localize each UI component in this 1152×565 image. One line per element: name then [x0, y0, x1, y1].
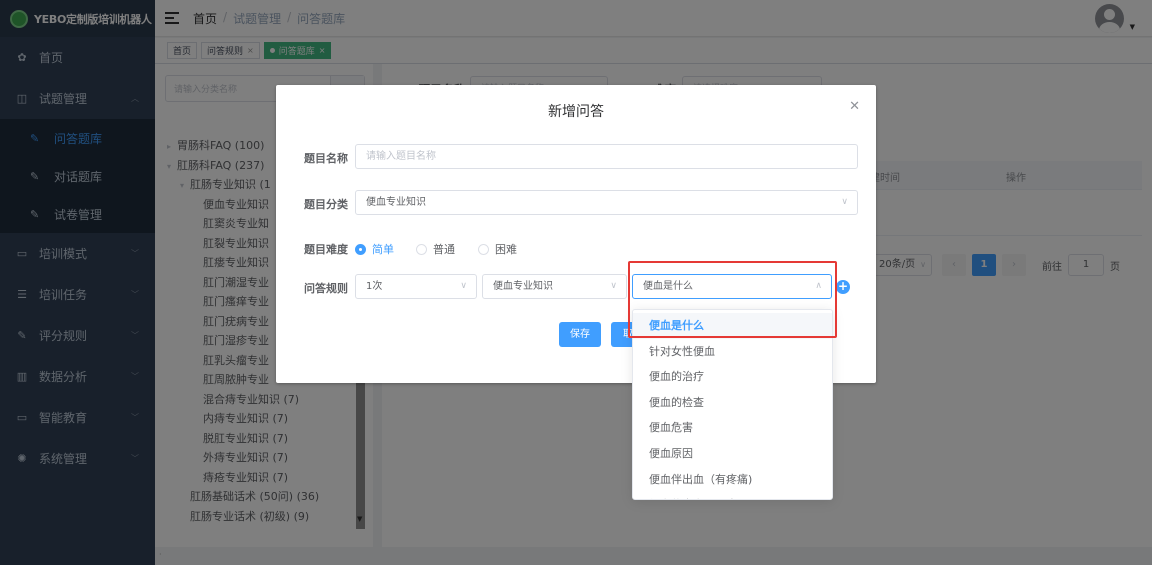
- save-button[interactable]: 保存: [559, 322, 601, 347]
- chevron-down-icon: ∨: [460, 281, 467, 291]
- radio-label: 简单: [372, 243, 394, 256]
- radio-easy[interactable]: 简单: [355, 241, 394, 257]
- rule-count-select[interactable]: 1次 ∨: [355, 274, 477, 299]
- radio-hard[interactable]: 困难: [478, 241, 517, 257]
- chevron-down-icon: ∨: [610, 281, 617, 291]
- dialog-title: 新增问答: [548, 104, 604, 120]
- question-name-placeholder: 请输入题目名称: [366, 151, 436, 162]
- highlight-box: [628, 261, 837, 338]
- radio-normal[interactable]: 普通: [416, 241, 455, 257]
- dropdown-option[interactable]: 便血危害: [633, 415, 832, 441]
- rule-category-value: 便血专业知识: [493, 281, 553, 292]
- add-rule-button[interactable]: +: [836, 280, 850, 294]
- question-name-input[interactable]: 请输入题目名称: [355, 144, 858, 169]
- rule-count-value: 1次: [366, 281, 383, 292]
- radio-label: 普通: [433, 243, 455, 256]
- dropdown-option[interactable]: 便血的检查: [633, 390, 832, 416]
- radio-label: 困难: [495, 243, 517, 256]
- dropdown-option[interactable]: 便血伴出血（有疼痛): [633, 467, 832, 493]
- radio-unchecked-icon: [416, 243, 427, 255]
- qa-rule-label: 问答规则: [304, 282, 348, 295]
- rule-category-select[interactable]: 便血专业知识 ∨: [482, 274, 627, 299]
- radio-checked-icon: [355, 243, 366, 255]
- close-icon[interactable]: ✕: [849, 99, 860, 114]
- question-difficulty-label: 题目难度: [304, 243, 348, 256]
- question-category-select[interactable]: 便血专业知识 ∨: [355, 190, 858, 215]
- dropdown-option[interactable]: 针对女性便血: [633, 339, 832, 365]
- question-category-value: 便血专业知识: [366, 197, 426, 208]
- question-name-label: 题目名称: [304, 152, 348, 165]
- dropdown-option[interactable]: 便血原因: [633, 441, 832, 467]
- question-category-label: 题目分类: [304, 198, 348, 211]
- dropdown-option[interactable]: 便血的治疗: [633, 364, 832, 390]
- radio-unchecked-icon: [478, 243, 489, 255]
- chevron-down-icon: ∨: [841, 197, 848, 207]
- dropdown-option[interactable]: 便血伴出血（无痛): [633, 492, 832, 499]
